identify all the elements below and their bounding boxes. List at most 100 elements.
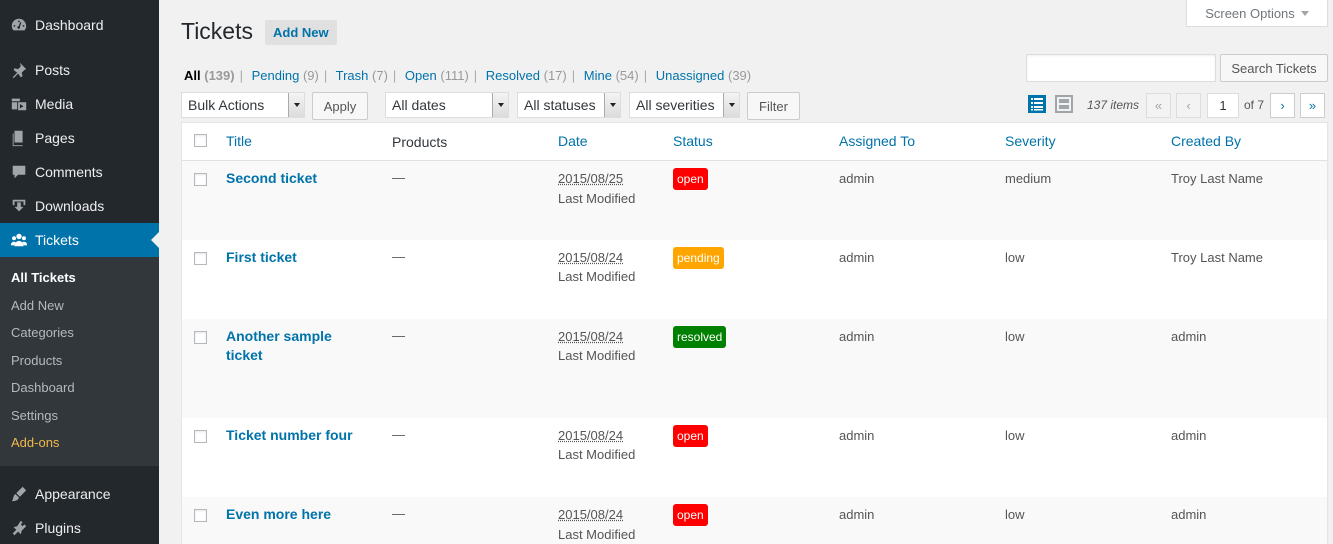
- row-checkbox[interactable]: [194, 252, 207, 265]
- last-page-button[interactable]: »: [1300, 93, 1325, 118]
- row-checkbox[interactable]: [194, 331, 207, 344]
- ticket-created-by: Troy Last Name: [1171, 250, 1263, 265]
- add-new-button[interactable]: Add New: [265, 20, 337, 45]
- statuses-select[interactable]: All statuses: [517, 92, 621, 118]
- view-count: (9): [302, 68, 319, 83]
- menu-pages[interactable]: Pages: [0, 121, 159, 155]
- menu-label: Downloads: [35, 198, 105, 214]
- apply-button[interactable]: Apply: [312, 92, 368, 120]
- list-view-icon[interactable]: [1028, 95, 1046, 113]
- submenu-dashboard[interactable]: Dashboard: [0, 374, 159, 402]
- users-icon: [9, 230, 29, 250]
- severities-select[interactable]: All severities: [629, 92, 740, 118]
- ticket-date: 2015/08/25: [558, 171, 624, 186]
- ticket-title-link[interactable]: First ticket: [226, 248, 366, 267]
- select-all-checkbox[interactable]: [194, 134, 207, 147]
- ticket-severity: low: [1005, 428, 1025, 443]
- table-row: Second ticket — 2015/08/25 Last Modified…: [182, 161, 1327, 240]
- menu-media[interactable]: Media: [0, 87, 159, 121]
- current-page-input[interactable]: 1: [1207, 93, 1239, 118]
- ticket-assigned-to: admin: [839, 171, 875, 186]
- first-page-button[interactable]: «: [1146, 93, 1171, 118]
- next-page-button[interactable]: ›: [1270, 93, 1295, 118]
- ticket-severity: low: [1005, 329, 1025, 344]
- view-count: (39): [728, 68, 752, 83]
- ticket-title-link[interactable]: Another sample ticket: [226, 327, 366, 365]
- menu-label: Appearance: [35, 485, 111, 502]
- status-badge: open: [673, 504, 708, 526]
- ticket-modified: Last Modified: [558, 269, 636, 284]
- excerpt-view-icon[interactable]: [1055, 95, 1073, 113]
- tickets-submenu: All Tickets Add New Categories Products …: [0, 257, 159, 466]
- ticket-date: 2015/08/24: [558, 507, 624, 522]
- prev-page-button[interactable]: ‹: [1176, 93, 1201, 118]
- column-assigned-to[interactable]: Assigned To: [839, 133, 915, 149]
- dashboard-icon: [9, 15, 29, 35]
- search-tickets-button[interactable]: Search Tickets: [1220, 54, 1328, 82]
- submenu-products[interactable]: Products: [0, 347, 159, 375]
- submenu-categories[interactable]: Categories: [0, 319, 159, 347]
- submenu-all-tickets[interactable]: All Tickets: [0, 264, 159, 292]
- pages-icon: [9, 128, 29, 148]
- media-icon: [9, 94, 29, 114]
- status-badge: resolved: [673, 326, 727, 348]
- view-resolved[interactable]: Resolved (17): [486, 68, 567, 83]
- admin-sidebar: Dashboard Posts Media Pages Comments Dow…: [0, 0, 159, 544]
- chevron-down-icon: [1300, 10, 1309, 16]
- items-count: 137 items: [1087, 98, 1140, 112]
- view-count: (54): [615, 68, 639, 83]
- filter-button[interactable]: Filter: [747, 92, 800, 120]
- menu-comments[interactable]: Comments: [0, 155, 159, 189]
- column-status[interactable]: Status: [673, 133, 713, 149]
- search-input[interactable]: [1026, 54, 1216, 82]
- bulk-actions-value: Bulk Actions: [188, 97, 265, 113]
- submenu-settings[interactable]: Settings: [0, 402, 159, 430]
- table-row: Even more here — 2015/08/24 Last Modifie…: [182, 497, 1327, 544]
- submenu-addons[interactable]: Add-ons: [0, 429, 159, 457]
- menu-tickets[interactable]: Tickets: [0, 223, 159, 257]
- menu-appearance[interactable]: Appearance: [0, 477, 159, 511]
- row-checkbox[interactable]: [194, 173, 207, 186]
- view-open[interactable]: Open (111): [405, 68, 469, 83]
- ticket-date: 2015/08/24: [558, 329, 624, 344]
- download-icon: [9, 196, 29, 216]
- ticket-assigned-to: admin: [839, 329, 875, 344]
- dates-select[interactable]: All dates: [385, 92, 509, 118]
- menu-downloads[interactable]: Downloads: [0, 189, 159, 223]
- main-content: Screen Options Tickets Add New All (139)…: [159, 0, 1333, 544]
- menu-dashboard[interactable]: Dashboard: [0, 8, 159, 42]
- ticket-title-link[interactable]: Ticket number four: [226, 426, 366, 445]
- ticket-title-link[interactable]: Even more here: [226, 505, 366, 524]
- ticket-severity: medium: [1005, 171, 1052, 186]
- submenu-add-new[interactable]: Add New: [0, 292, 159, 320]
- column-title[interactable]: Title: [226, 133, 252, 149]
- view-filters: All (139) | Pending (9) | Trash (7) | Open …: [184, 68, 752, 83]
- row-checkbox[interactable]: [194, 509, 207, 522]
- brush-icon: [9, 484, 29, 504]
- row-checkbox[interactable]: [194, 430, 207, 443]
- view-mine[interactable]: Mine (54): [584, 68, 639, 83]
- column-date[interactable]: Date: [558, 133, 588, 149]
- view-trash[interactable]: Trash (7): [336, 68, 388, 83]
- view-label: All: [184, 68, 201, 83]
- ticket-created-by: admin: [1171, 428, 1207, 443]
- view-unassigned[interactable]: Unassigned (39): [656, 68, 751, 83]
- column-severity[interactable]: Severity: [1005, 133, 1056, 149]
- screen-options-button[interactable]: Screen Options: [1186, 0, 1328, 27]
- ticket-modified: Last Modified: [558, 191, 636, 206]
- tickets-table: Title Products Date Status Assigned To S…: [181, 122, 1328, 544]
- view-label: Trash: [335, 68, 369, 83]
- view-label: Open: [404, 68, 437, 83]
- menu-posts[interactable]: Posts: [0, 53, 159, 87]
- menu-plugins[interactable]: Plugins: [0, 511, 159, 544]
- chevron-down-icon: [288, 93, 304, 117]
- table-row: Ticket number four — 2015/08/24 Last Mod…: [182, 418, 1327, 497]
- column-created-by[interactable]: Created By: [1171, 133, 1241, 149]
- ticket-created-by: Troy Last Name: [1171, 171, 1263, 186]
- ticket-modified: Last Modified: [558, 447, 636, 462]
- bulk-actions-select[interactable]: Bulk Actions: [181, 92, 305, 118]
- ticket-title-link[interactable]: Second ticket: [226, 169, 366, 188]
- ticket-severity: low: [1005, 250, 1025, 265]
- view-all[interactable]: All (139): [184, 68, 235, 83]
- view-pending[interactable]: Pending (9): [252, 68, 319, 83]
